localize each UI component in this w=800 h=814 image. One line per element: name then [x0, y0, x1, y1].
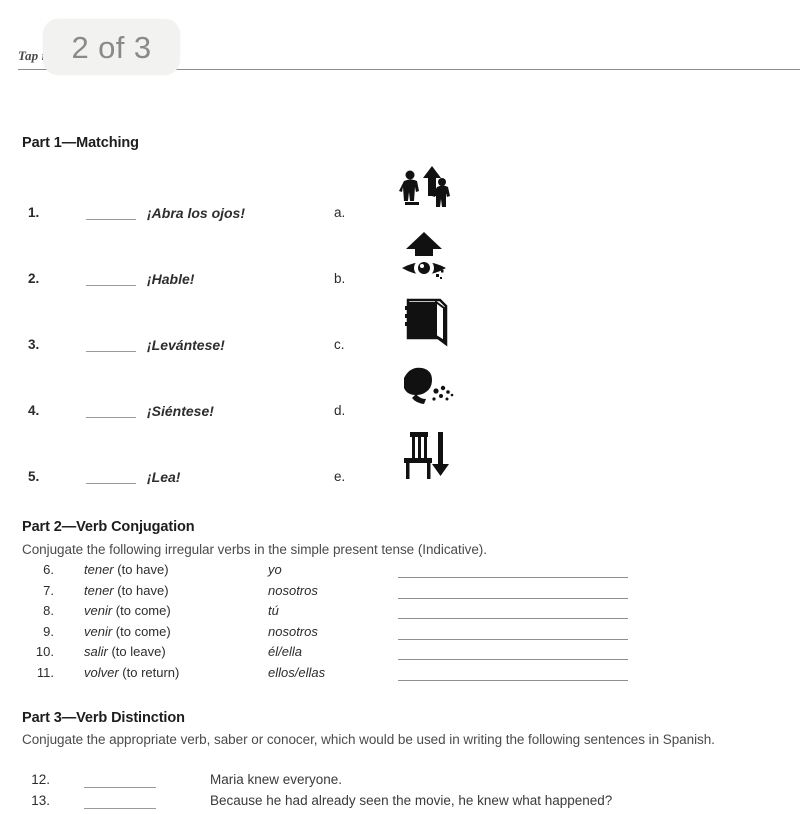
conjugation-infinitive: volver	[84, 664, 119, 680]
conjugation-infinitive: venir	[84, 603, 113, 619]
distinction-list: 12. Maria knew everyone. 13. Because he …	[0, 772, 800, 814]
document-page: Tap rtion 2 of 3 Part 1—Matching 1. ¡Abr…	[0, 0, 800, 809]
matching-item-number: 5.	[28, 469, 40, 484]
head-speaking-icon	[396, 358, 458, 420]
conjugation-gloss: (to have)	[113, 562, 169, 577]
conjugation-infinitive: venir	[84, 623, 113, 639]
conjugation-answer-blank[interactable]	[398, 638, 628, 640]
conjugation-answer-blank[interactable]	[398, 618, 628, 620]
matching-item-number: 3.	[28, 337, 40, 352]
part3-instructions: Conjugate the appropriate verb, saber or…	[22, 732, 715, 747]
conjugation-item-number: 9.	[43, 623, 54, 639]
person-standing-up-arrow-icon	[396, 160, 458, 222]
conjugation-gloss: (to come)	[112, 603, 171, 619]
conjugation-pronoun: él/ella	[268, 644, 302, 660]
distinction-sentence: Because he had already seen the movie, h…	[210, 793, 613, 808]
matching-item-number: 1.	[28, 205, 40, 220]
page-indicator-badge: 2 of 3	[43, 19, 180, 75]
conjugation-answer-blank[interactable]	[398, 679, 628, 681]
conjugation-infinitive: salir	[84, 644, 108, 660]
eye-up-arrow-icon	[396, 226, 458, 288]
conjugation-verb: tener (to have)	[84, 562, 169, 577]
conjugation-row: 11. volver (to return) ellos/ellas	[0, 665, 800, 686]
conjugation-pronoun: tú	[268, 603, 279, 619]
conjugation-infinitive: tener	[84, 562, 114, 577]
part1-heading: Part 1—Matching	[22, 135, 139, 151]
page-indicator-label: 2 of 3	[71, 29, 152, 65]
distinction-item-number: 12.	[31, 772, 50, 787]
conjugation-verb: salir (to leave)	[84, 644, 166, 659]
matching-answer-blank[interactable]	[86, 351, 136, 352]
part2-instructions: Conjugate the following irregular verbs …	[22, 542, 487, 557]
conjugation-pronoun: nosotros	[268, 623, 318, 639]
distinction-sentence: Maria knew everyone.	[210, 772, 343, 787]
matching-item-number: 4.	[28, 403, 40, 418]
distinction-row: 13. Because he had already seen the movi…	[0, 793, 800, 814]
matching-option-letter: e.	[334, 469, 346, 484]
conjugation-row: 6. tener (to have) yo	[0, 562, 800, 583]
matching-phrase: ¡Lea!	[147, 469, 181, 485]
matching-phrase: ¡Levántese!	[147, 337, 225, 353]
conjugation-list: 6. tener (to have) yo 7. tener (to have)…	[0, 562, 800, 686]
conjugation-item-number: 10.	[35, 644, 54, 660]
conjugation-verb: volver (to return)	[84, 665, 179, 680]
matching-item-number: 2.	[28, 271, 40, 286]
conjugation-item-number: 8.	[43, 603, 54, 619]
conjugation-item-number: 11.	[36, 664, 54, 680]
conjugation-row: 10. salir (to leave) él/ella	[0, 644, 800, 665]
conjugation-item-number: 6.	[43, 562, 54, 577]
distinction-item-number: 13.	[31, 793, 50, 808]
matching-answer-blank[interactable]	[86, 417, 136, 418]
conjugation-pronoun: nosotros	[268, 582, 318, 598]
conjugation-row: 7. tener (to have) nosotros	[0, 583, 800, 604]
conjugation-verb: tener (to have)	[84, 583, 169, 598]
conjugation-verb: venir (to come)	[84, 603, 171, 618]
matching-list: 1. ¡Abra los ojos! a. 2. ¡Hable! b. 3. ¡…	[0, 166, 800, 526]
matching-answer-blank[interactable]	[86, 483, 136, 484]
conjugation-pronoun: ellos/ellas	[268, 664, 326, 680]
conjugation-row: 9. venir (to come) nosotros	[0, 624, 800, 645]
matching-phrase: ¡Siéntese!	[147, 403, 214, 419]
matching-option-letter: b.	[334, 271, 346, 286]
conjugation-verb: venir (to come)	[84, 624, 171, 639]
book-icon	[396, 292, 458, 354]
part2-heading: Part 2—Verb Conjugation	[22, 519, 195, 535]
distinction-answer-blank[interactable]	[84, 787, 156, 788]
distinction-answer-blank[interactable]	[84, 808, 156, 809]
conjugation-gloss: (to come)	[112, 623, 171, 639]
part3-heading: Part 3—Verb Distinction	[22, 710, 185, 726]
matching-answer-blank[interactable]	[86, 219, 136, 220]
conjugation-gloss: (to have)	[113, 582, 169, 598]
conjugation-row: 8. venir (to come) tú	[0, 603, 800, 624]
matching-option-letter: d.	[334, 403, 346, 418]
conjugation-answer-blank[interactable]	[398, 577, 628, 578]
conjugation-item-number: 7.	[43, 582, 54, 598]
matching-option-letter: c.	[334, 337, 345, 352]
chair-down-arrow-icon	[396, 424, 458, 486]
conjugation-pronoun: yo	[268, 562, 282, 577]
conjugation-gloss: (to leave)	[107, 644, 166, 660]
matching-option-letter: a.	[334, 205, 346, 220]
matching-phrase: ¡Abra los ojos!	[147, 205, 246, 221]
conjugation-infinitive: tener	[84, 582, 114, 598]
conjugation-gloss: (to return)	[118, 664, 180, 680]
matching-answer-blank[interactable]	[86, 285, 136, 286]
matching-phrase: ¡Hable!	[147, 271, 195, 287]
conjugation-answer-blank[interactable]	[398, 597, 628, 599]
conjugation-answer-blank[interactable]	[398, 659, 628, 661]
matching-row: 5. ¡Lea! e.	[0, 432, 800, 526]
distinction-row: 12. Maria knew everyone.	[0, 772, 800, 793]
